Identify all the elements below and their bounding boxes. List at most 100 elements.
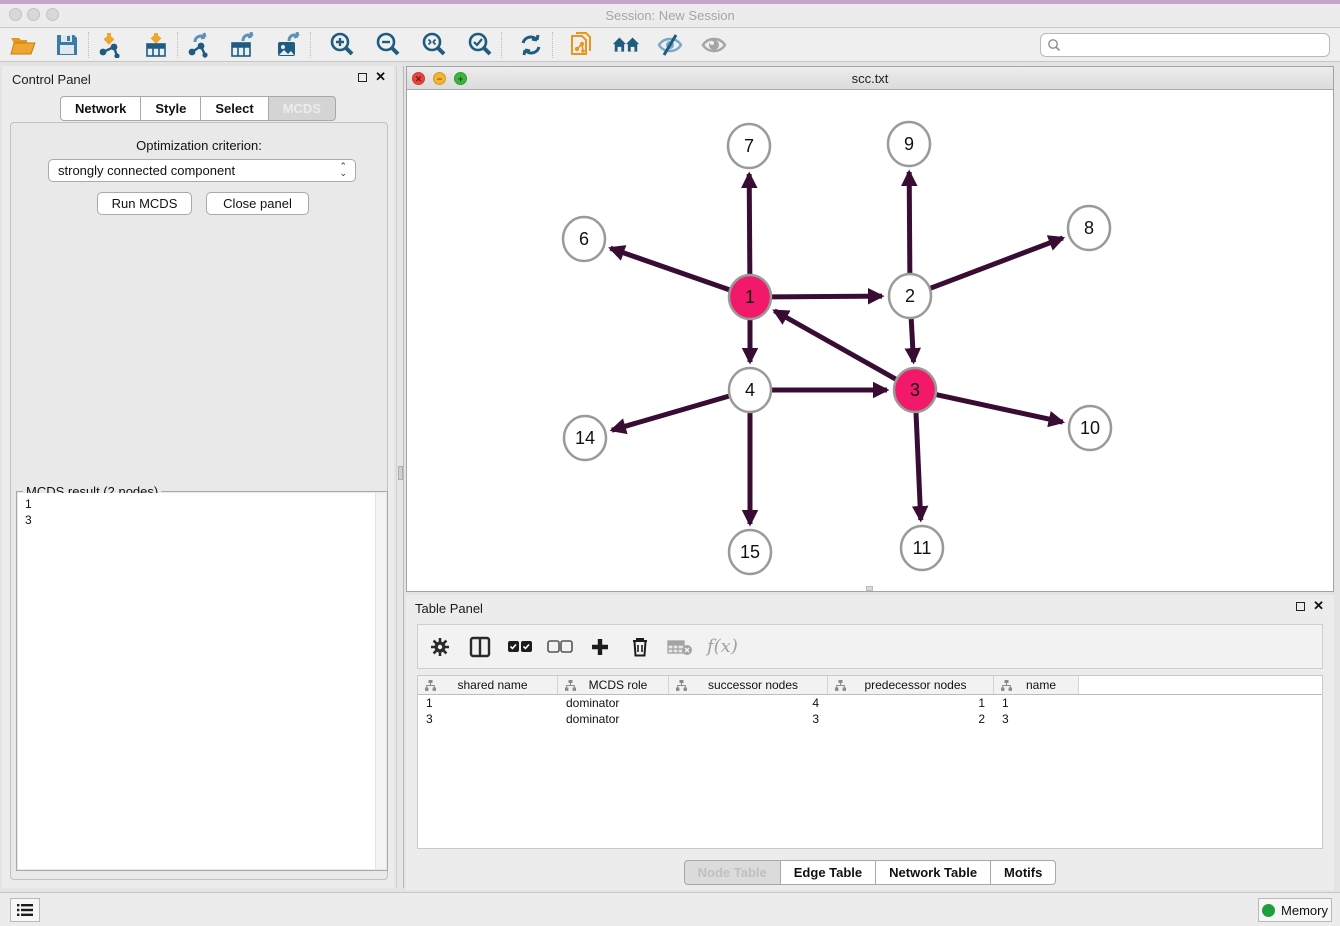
add-column-icon[interactable] <box>587 634 613 660</box>
tab-mcds[interactable]: MCDS <box>269 96 336 121</box>
table-cell[interactable]: 1 <box>418 695 558 711</box>
export-table-icon[interactable] <box>228 30 258 60</box>
select-all-icon[interactable] <box>507 634 533 660</box>
zoom-in-icon[interactable] <box>327 30 357 60</box>
svg-text:7: 7 <box>744 136 754 156</box>
edge-4-14[interactable] <box>612 396 729 430</box>
tab-edge-table[interactable]: Edge Table <box>781 860 876 885</box>
node-8[interactable]: 8 <box>1068 206 1110 250</box>
zoom-out-icon[interactable] <box>373 30 403 60</box>
close-panel-button[interactable]: Close panel <box>206 192 309 215</box>
tab-select[interactable]: Select <box>201 96 268 121</box>
mcds-result-text[interactable]: 1 3 <box>18 493 386 869</box>
close-table-panel-icon[interactable]: ✕ <box>1313 601 1324 611</box>
tab-node-table[interactable]: Node Table <box>684 860 781 885</box>
gear-icon[interactable] <box>427 634 453 660</box>
open-file-icon[interactable] <box>8 30 38 60</box>
table-cell[interactable]: 3 <box>994 711 1079 727</box>
hide-selected-icon[interactable] <box>655 30 685 60</box>
node-7[interactable]: 7 <box>728 124 770 168</box>
memory-label: Memory <box>1281 903 1328 918</box>
function-builder-icon[interactable]: f(x) <box>707 634 738 660</box>
edge-2-8[interactable] <box>931 238 1063 288</box>
float-panel-icon[interactable] <box>358 73 367 82</box>
edge-1-6[interactable] <box>610 248 729 290</box>
network-canvas[interactable]: 7 9 6 8 1 2 4 3 14 10 15 11 <box>407 90 1333 591</box>
export-image-icon[interactable] <box>274 30 304 60</box>
table-row[interactable]: 3dominator323 <box>418 711 1322 727</box>
delete-table-icon[interactable] <box>667 634 693 660</box>
import-network-icon[interactable] <box>95 30 125 60</box>
export-network-icon[interactable] <box>184 30 214 60</box>
search-input[interactable] <box>1061 38 1311 52</box>
select-stepper-icon: ⌃⌄ <box>339 163 347 177</box>
toolbar-separator <box>310 32 311 58</box>
svg-text:4: 4 <box>745 380 755 400</box>
split-panel-icon[interactable] <box>467 634 493 660</box>
table-cell[interactable]: dominator <box>558 711 669 727</box>
delete-column-icon[interactable] <box>627 634 653 660</box>
node-6[interactable]: 6 <box>563 217 605 261</box>
float-table-panel-icon[interactable] <box>1296 602 1305 611</box>
column-header-successor-nodes[interactable]: successor nodes <box>669 676 828 694</box>
optimization-criterion-value: strongly connected component <box>58 163 235 178</box>
tab-network-table[interactable]: Network Table <box>876 860 991 885</box>
deselect-all-icon[interactable] <box>547 634 573 660</box>
tab-style[interactable]: Style <box>141 96 201 121</box>
first-neighbors-icon[interactable] <box>611 30 641 60</box>
table-cell[interactable]: 4 <box>669 695 828 711</box>
edge-3-1[interactable] <box>774 311 895 379</box>
edge-2-9[interactable] <box>909 172 910 274</box>
status-bar: Memory <box>0 892 1340 926</box>
svg-text:6: 6 <box>579 229 589 249</box>
table-cell[interactable]: 1 <box>828 695 994 711</box>
node-10[interactable]: 10 <box>1069 406 1111 450</box>
edge-3-11[interactable] <box>916 412 921 520</box>
table-cell[interactable]: 3 <box>669 711 828 727</box>
column-header-shared-name[interactable]: shared name <box>418 676 558 694</box>
zoom-selected-icon[interactable] <box>465 30 495 60</box>
split-divider-handle[interactable] <box>398 466 403 480</box>
column-header-MCDS-role[interactable]: MCDS role <box>558 676 669 694</box>
table-cell[interactable]: 3 <box>418 711 558 727</box>
close-panel-icon[interactable]: ✕ <box>375 72 386 82</box>
search-field[interactable] <box>1040 33 1330 57</box>
zoom-fit-icon[interactable] <box>419 30 449 60</box>
split-divider[interactable] <box>396 66 404 888</box>
node-14[interactable]: 14 <box>564 416 606 460</box>
mcds-result-scrollbar[interactable] <box>375 493 386 869</box>
table-cell[interactable]: 1 <box>994 695 1079 711</box>
svg-text:8: 8 <box>1084 218 1094 238</box>
network-graph[interactable]: 7 9 6 8 1 2 4 3 14 10 15 11 <box>407 90 1333 591</box>
column-header-predecessor-nodes[interactable]: predecessor nodes <box>828 676 994 694</box>
node-table[interactable]: shared nameMCDS rolesuccessor nodesprede… <box>417 675 1323 849</box>
edge-1-7[interactable] <box>749 174 750 275</box>
edge-2-3[interactable] <box>911 318 913 362</box>
node-1[interactable]: 1 <box>729 275 771 319</box>
optimization-criterion-select[interactable]: strongly connected component ⌃⌄ <box>48 159 356 182</box>
node-15[interactable]: 15 <box>729 530 771 574</box>
tab-motifs[interactable]: Motifs <box>991 860 1056 885</box>
table-row[interactable]: 1dominator411 <box>418 695 1322 711</box>
column-header-name[interactable]: name <box>994 676 1079 694</box>
table-cell[interactable]: dominator <box>558 695 669 711</box>
import-table-icon[interactable] <box>141 30 171 60</box>
refresh-icon[interactable] <box>516 30 546 60</box>
node-9[interactable]: 9 <box>888 122 930 166</box>
table-panel: Table Panel ✕ <box>406 595 1334 890</box>
table-cell[interactable]: 2 <box>828 711 994 727</box>
node-11[interactable]: 11 <box>901 526 943 570</box>
node-2[interactable]: 2 <box>889 274 931 318</box>
canvas-resize-handle[interactable] <box>866 586 873 591</box>
node-3[interactable]: 3 <box>894 368 936 412</box>
run-mcds-button[interactable]: Run MCDS <box>97 192 192 215</box>
node-4[interactable]: 4 <box>729 368 771 412</box>
show-all-icon[interactable] <box>699 30 729 60</box>
edge-1-2[interactable] <box>772 296 882 297</box>
tab-network[interactable]: Network <box>60 96 141 121</box>
edge-3-10[interactable] <box>936 395 1062 422</box>
memory-button[interactable]: Memory <box>1258 898 1332 922</box>
save-session-icon[interactable] <box>52 30 82 60</box>
task-history-button[interactable] <box>10 898 40 922</box>
clone-network-icon[interactable] <box>567 30 597 60</box>
